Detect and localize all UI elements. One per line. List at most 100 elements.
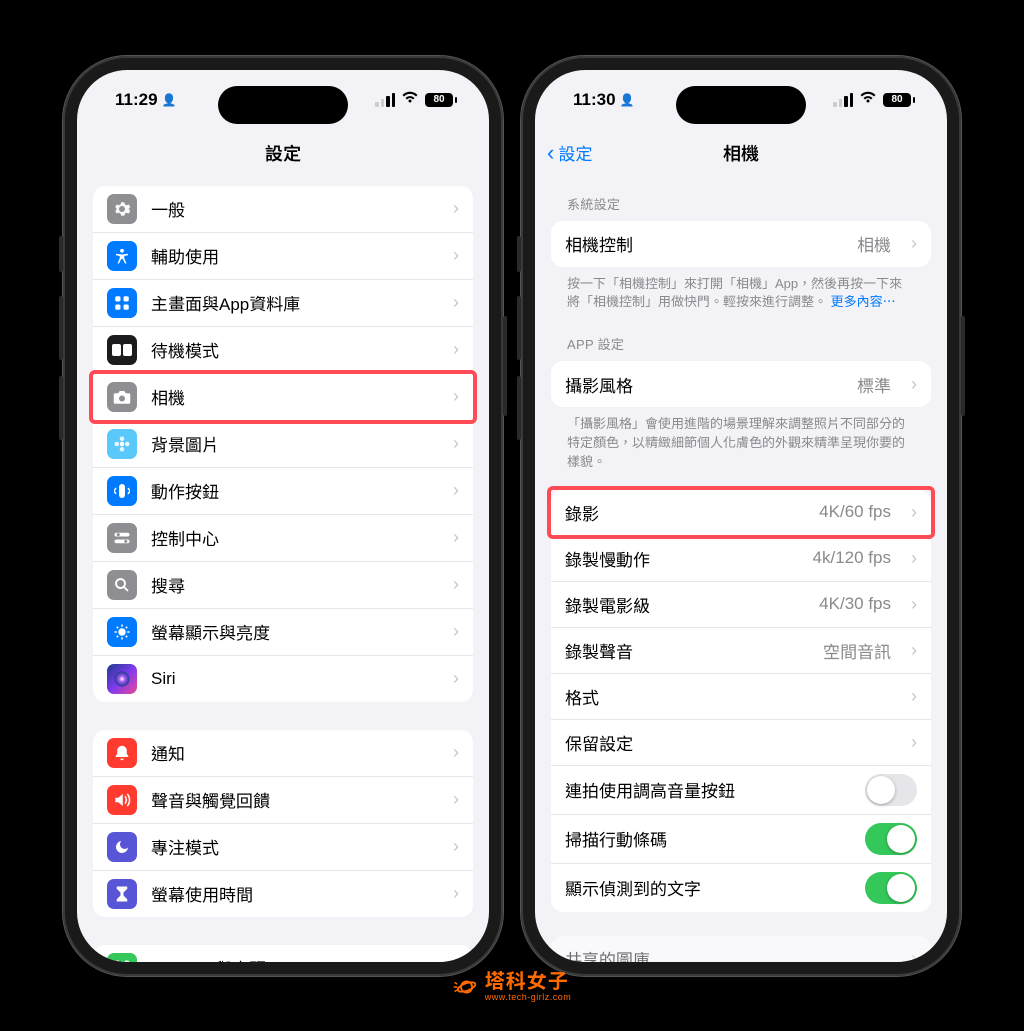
- toggle[interactable]: [865, 774, 917, 806]
- brightness-icon: [107, 617, 137, 647]
- nav-bar: 設定: [77, 130, 489, 176]
- brand-watermark: 塔科女子 www.tech-girlz.com: [453, 971, 572, 1003]
- chevron-right-icon: ›: [453, 789, 459, 810]
- settings-row-siri[interactable]: Siri ›: [93, 656, 473, 702]
- settings-row-action[interactable]: 動作按鈕›: [93, 468, 473, 515]
- camera-row[interactable]: 錄影4K/60 fps›: [551, 490, 931, 536]
- chevron-right-icon: ›: [911, 548, 917, 569]
- chevron-right-icon: ›: [453, 883, 459, 904]
- group-header-system: 系統設定: [551, 176, 931, 221]
- more-link[interactable]: 更多內容⋯: [831, 294, 896, 309]
- camera-toggle-row[interactable]: 顯示偵測到的文字: [551, 864, 931, 912]
- row-label: 顯示偵測到的文字: [565, 875, 851, 900]
- settings-row-grid[interactable]: 主畫面與App資料庫›: [93, 280, 473, 327]
- row-label: 聲音與觸覺回饋: [151, 787, 433, 812]
- settings-row-sound[interactable]: 聲音與觸覺回饋 ›: [93, 777, 473, 824]
- settings-row-bell[interactable]: 通知›: [93, 730, 473, 777]
- settings-row-switches[interactable]: 控制中心›: [93, 515, 473, 562]
- row-label: 搜尋: [151, 572, 433, 597]
- settings-row-gear[interactable]: 一般 ›: [93, 186, 473, 233]
- siri-icon: [107, 664, 137, 694]
- row-label: 保留設定: [565, 730, 891, 755]
- sound-icon: [107, 785, 137, 815]
- row-label: 相機: [151, 384, 433, 409]
- group-footer: 按一下「相機控制」來打開「相機」App，然後再按一下來將「相機控制」用做快門。輕…: [551, 267, 931, 317]
- row-label: 錄影: [565, 500, 805, 525]
- bell-icon: [107, 738, 137, 768]
- settings-row-camera[interactable]: 相機›: [93, 374, 473, 421]
- settings-row-brightness[interactable]: 螢幕顯示與亮度 ›: [93, 609, 473, 656]
- chevron-right-icon: ›: [911, 502, 917, 523]
- chevron-right-icon: ›: [453, 668, 459, 689]
- toggle[interactable]: [865, 823, 917, 855]
- row-label: 螢幕顯示與亮度: [151, 619, 433, 644]
- row-label: 掃描行動條碼: [565, 826, 851, 851]
- person-icon: 👤: [162, 93, 177, 107]
- camera-row[interactable]: 格式›: [551, 674, 931, 720]
- camera-row[interactable]: 錄製聲音空間音訊›: [551, 628, 931, 674]
- page-title: 設定: [265, 140, 301, 166]
- settings-row-search[interactable]: 搜尋 ›: [93, 562, 473, 609]
- group-header-app: APP 設定: [551, 316, 931, 361]
- row-label: 輔助使用: [151, 243, 433, 268]
- chevron-right-icon: ›: [911, 640, 917, 661]
- camera-settings[interactable]: 系統設定 相機控制 相機 › 按一下「相機控制」來打開「相機」App，然後再按一…: [535, 176, 947, 962]
- chevron-right-icon: ›: [453, 480, 459, 501]
- volume-button: [517, 236, 521, 272]
- settings-row-faceid[interactable]: Face ID 與密碼›: [93, 945, 473, 962]
- volume-up: [59, 296, 63, 360]
- row-label: 錄製聲音: [565, 638, 809, 663]
- row-camera-control[interactable]: 相機控制 相機 ›: [551, 221, 931, 267]
- row-label: Face ID 與密碼: [151, 955, 433, 962]
- row-label: 錄製電影級: [565, 592, 805, 617]
- row-label: 螢幕使用時間: [151, 881, 433, 906]
- settings-row-standby[interactable]: 待機模式›: [93, 327, 473, 374]
- toggle[interactable]: [865, 872, 917, 904]
- grid-icon: [107, 288, 137, 318]
- row-value: 相機: [857, 231, 891, 256]
- row-value: 4k/120 fps: [813, 548, 891, 568]
- switches-icon: [107, 523, 137, 553]
- hourglass-icon: [107, 879, 137, 909]
- brand-logo-icon: [453, 975, 477, 999]
- row-photo-style[interactable]: 攝影風格 標準 ›: [551, 361, 931, 407]
- settings-row-hourglass[interactable]: 螢幕使用時間 ›: [93, 871, 473, 917]
- settings-row-moon[interactable]: 專注模式›: [93, 824, 473, 871]
- row-label: 待機模式: [151, 337, 433, 362]
- action-icon: [107, 476, 137, 506]
- chevron-right-icon: ›: [453, 198, 459, 219]
- row-label: 錄製慢動作: [565, 546, 799, 571]
- camera-row[interactable]: 錄製慢動作 4k/120 fps ›: [551, 536, 931, 582]
- chevron-right-icon: ›: [453, 621, 459, 642]
- row-shared-library[interactable]: 共享的圖庫 ›: [551, 936, 931, 962]
- status-time: 11:29: [115, 90, 158, 110]
- battery-icon: 80: [883, 93, 915, 107]
- camera-row[interactable]: 保留設定›: [551, 720, 931, 766]
- back-button[interactable]: ‹ 設定: [547, 140, 592, 166]
- camera-toggle-row[interactable]: 掃描行動條碼: [551, 815, 931, 864]
- wifi-icon: [859, 90, 877, 109]
- volume-down: [59, 376, 63, 440]
- chevron-right-icon: ›: [453, 574, 459, 595]
- settings-row-accessibility[interactable]: 輔助使用 ›: [93, 233, 473, 280]
- row-label: Siri: [151, 669, 433, 689]
- row-label: 背景圖片: [151, 431, 433, 456]
- person-icon: 👤: [620, 93, 635, 107]
- phone-left: 11:29 👤 80 設定 一般›輔助使用›主畫面與App資料庫›待機模式›相機…: [63, 56, 503, 976]
- settings-list[interactable]: 一般›輔助使用›主畫面與App資料庫›待機模式›相機›背景圖片›動作按鈕›控制中…: [77, 176, 489, 962]
- camera-row[interactable]: 錄製電影級4K/30 fps›: [551, 582, 931, 628]
- row-label: 主畫面與App資料庫: [151, 290, 433, 315]
- screen-right: 11:30 👤 80 ‹ 設定 相機 系統設定: [535, 70, 947, 962]
- gear-icon: [107, 194, 137, 224]
- settings-row-flower[interactable]: 背景圖片›: [93, 421, 473, 468]
- page-title: 相機: [723, 140, 759, 166]
- row-label: 攝影風格: [565, 372, 843, 397]
- row-label: 一般: [151, 196, 433, 221]
- flower-icon: [107, 429, 137, 459]
- chevron-right-icon: ›: [453, 245, 459, 266]
- row-label: 連拍使用調高音量按鈕: [565, 777, 851, 802]
- moon-icon: [107, 832, 137, 862]
- camera-toggle-row[interactable]: 連拍使用調高音量按鈕: [551, 766, 931, 815]
- wifi-icon: [401, 90, 419, 109]
- nav-bar: ‹ 設定 相機: [535, 130, 947, 176]
